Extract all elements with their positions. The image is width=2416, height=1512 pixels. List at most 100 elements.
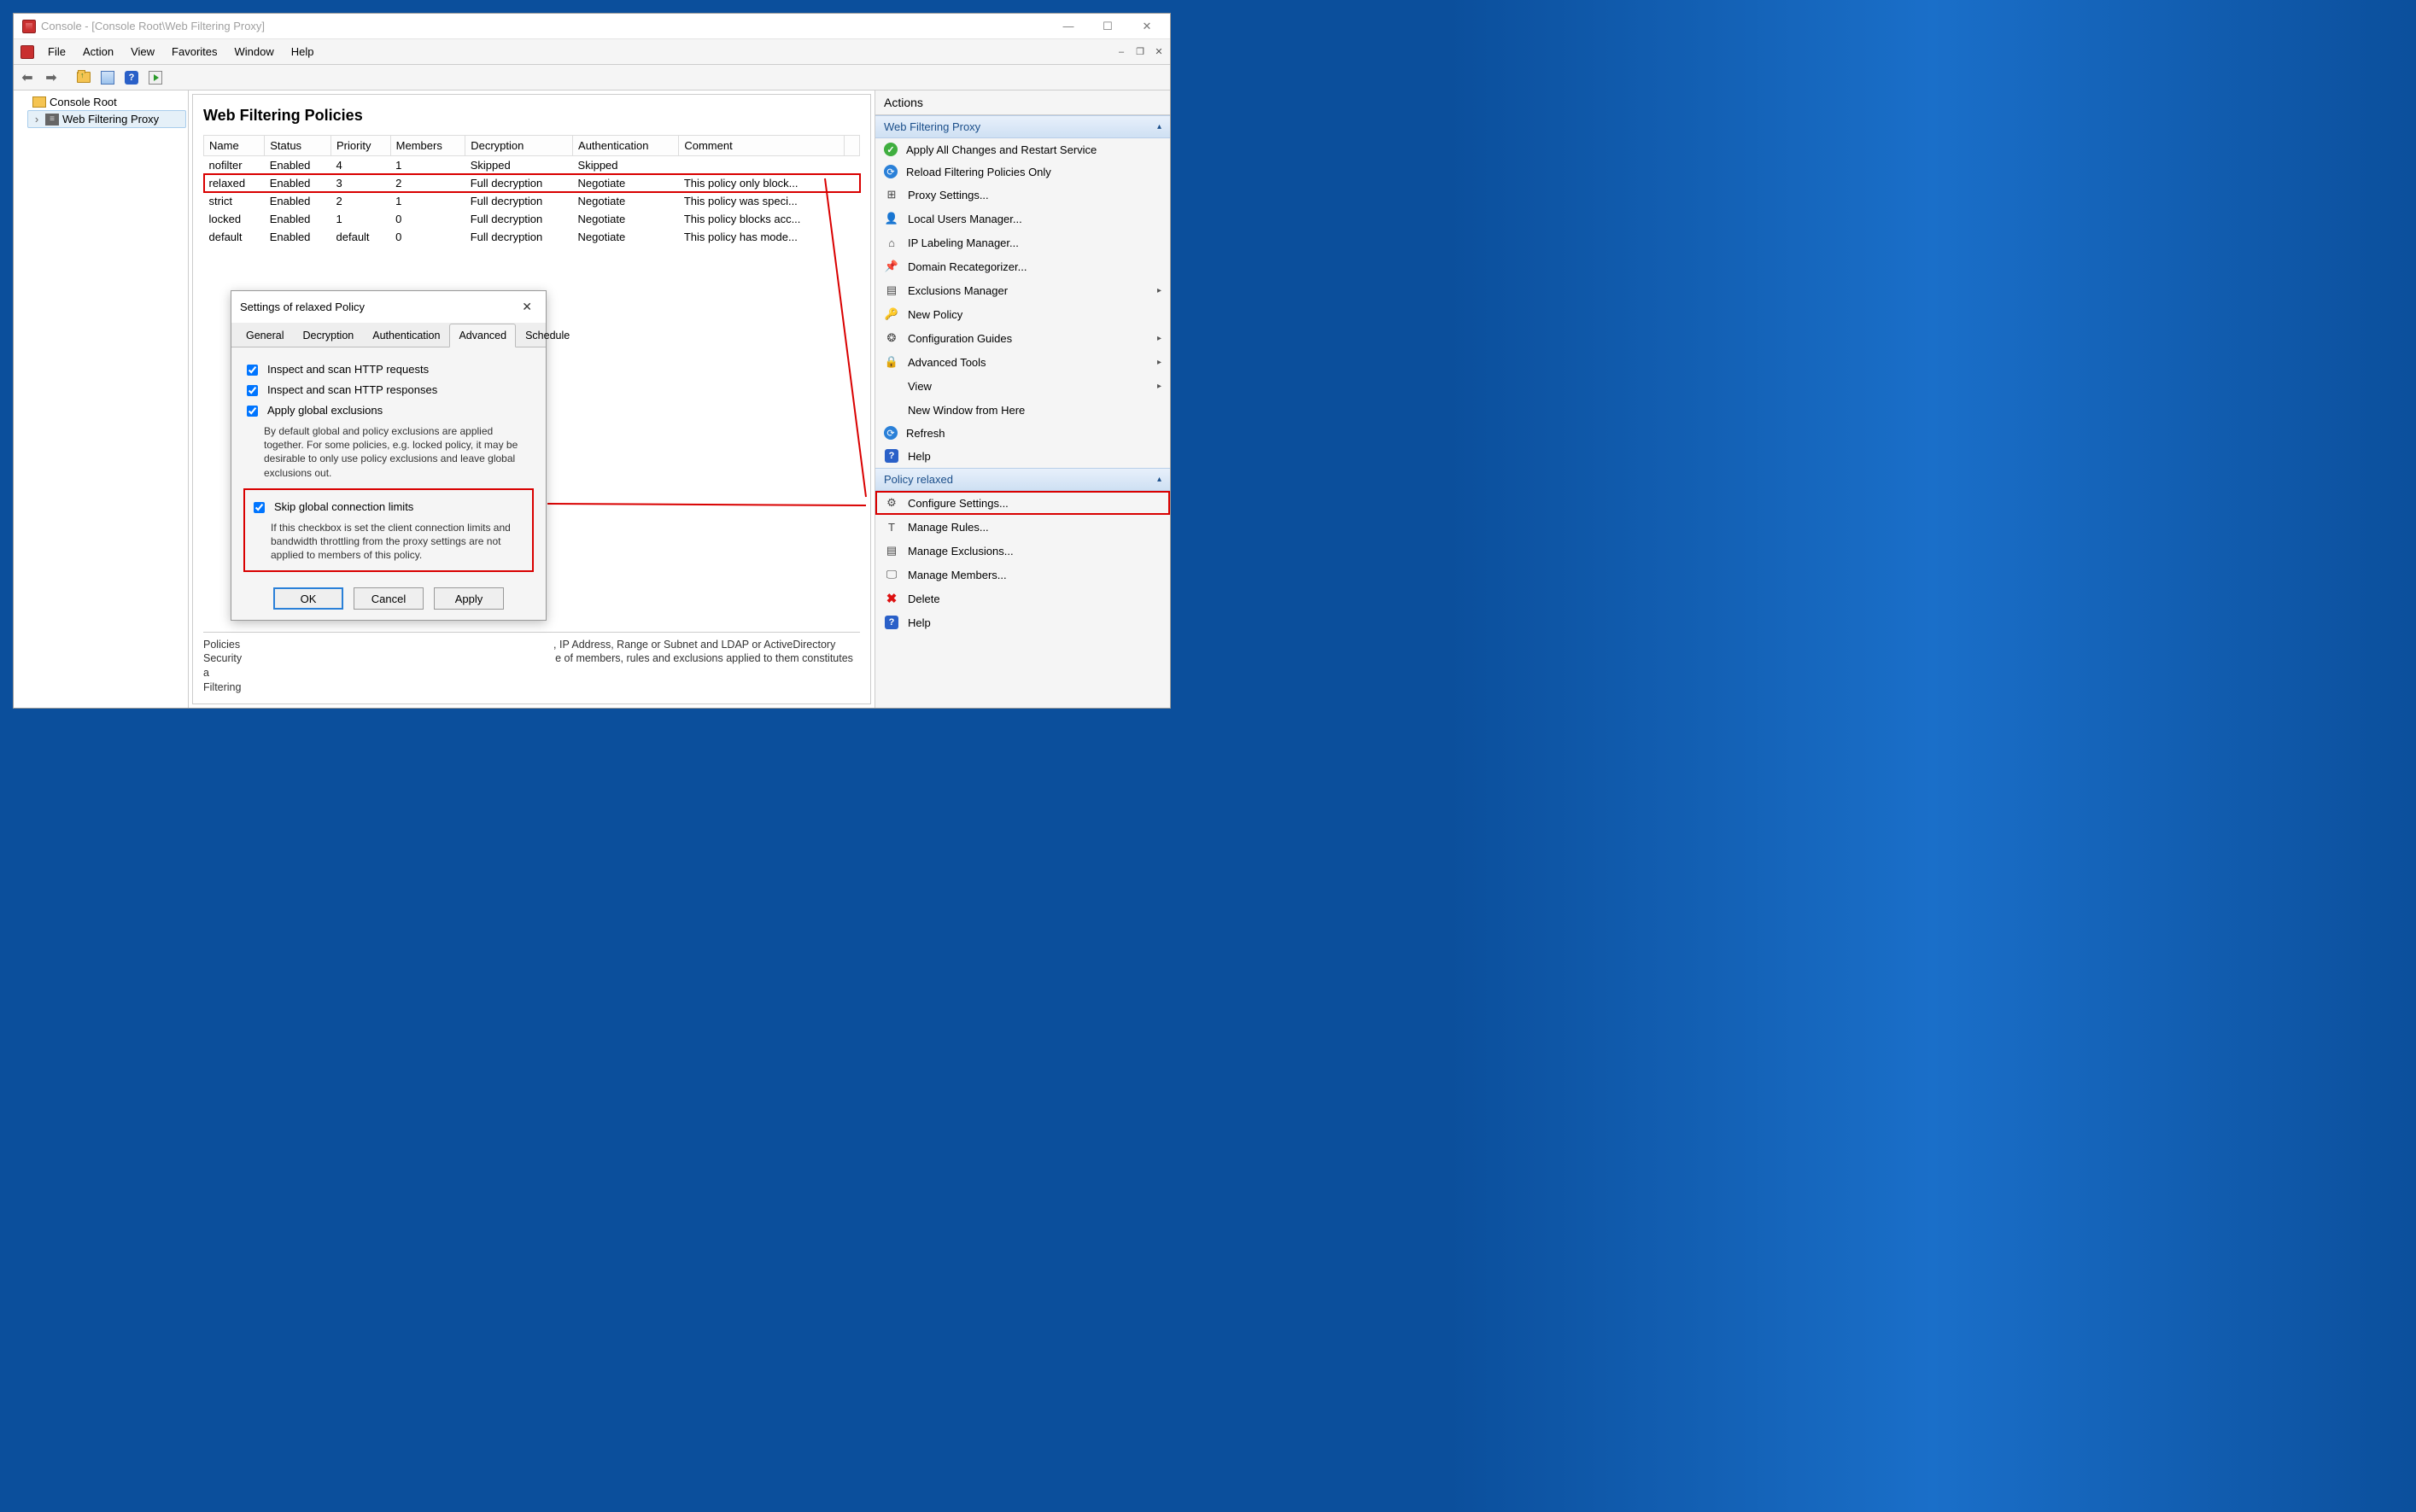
- action-label: Refresh: [906, 427, 945, 440]
- tree-node-label: Web Filtering Proxy: [62, 113, 159, 126]
- tab-authentication[interactable]: Authentication: [363, 324, 449, 347]
- folder-up-icon: [77, 72, 91, 83]
- table-row[interactable]: relaxedEnabled32Full decryptionNegotiate…: [204, 174, 860, 192]
- action-label: New Window from Here: [908, 404, 1025, 417]
- col-name[interactable]: Name: [204, 136, 265, 156]
- col-comment[interactable]: Comment: [679, 136, 845, 156]
- chk-skip-global-limits[interactable]: Skip global connection limits: [250, 500, 527, 516]
- tree-root-label: Console Root: [50, 96, 117, 108]
- checkbox[interactable]: [247, 365, 258, 376]
- menu-favorites[interactable]: Favorites: [163, 42, 225, 61]
- action-item[interactable]: New Window from Here: [875, 398, 1170, 422]
- play-icon: [149, 71, 162, 85]
- cancel-button[interactable]: Cancel: [354, 587, 424, 610]
- mono-icon: 👤: [884, 211, 899, 226]
- action-item[interactable]: ⚙Configure Settings...: [875, 491, 1170, 515]
- action-item[interactable]: ⟳ Refresh: [875, 422, 1170, 444]
- menu-file[interactable]: File: [39, 42, 74, 61]
- chevron-right-icon: ▸: [1157, 358, 1161, 367]
- highlight-box: Skip global connection limits If this ch…: [243, 488, 534, 573]
- up-folder-button[interactable]: [73, 67, 94, 88]
- tree-root[interactable]: Console Root: [15, 94, 186, 110]
- actions-title: Actions: [875, 90, 1170, 115]
- tab-advanced[interactable]: Advanced: [449, 324, 516, 347]
- mono-icon: 🔑: [884, 306, 899, 322]
- apply-button[interactable]: Apply: [434, 587, 504, 610]
- mdi-close[interactable]: ✕: [1150, 43, 1168, 61]
- run-button[interactable]: [145, 67, 166, 88]
- tab-decryption[interactable]: Decryption: [293, 324, 363, 347]
- action-label: Domain Recategorizer...: [908, 260, 1027, 273]
- mono-icon: ▤: [884, 543, 899, 558]
- tree-twisty-icon[interactable]: ›: [32, 113, 42, 126]
- window-title: Console - [Console Root\Web Filtering Pr…: [41, 20, 265, 32]
- action-item[interactable]: ⌂IP Labeling Manager...: [875, 231, 1170, 254]
- mono-icon: ⚙: [884, 495, 899, 511]
- action-item[interactable]: 📌 Domain Recategorizer...: [875, 254, 1170, 278]
- action-item[interactable]: ?Help: [875, 610, 1170, 634]
- action-item[interactable]: ✖Delete: [875, 587, 1170, 610]
- mdi-restore[interactable]: ❐: [1131, 43, 1150, 61]
- action-label: Manage Exclusions...: [908, 545, 1014, 558]
- properties-button[interactable]: [97, 67, 118, 88]
- chk-inspect-requests[interactable]: Inspect and scan HTTP requests: [243, 363, 534, 378]
- action-label: New Policy: [908, 308, 962, 321]
- action-label: Manage Rules...: [908, 521, 989, 534]
- tree-node-proxy[interactable]: › Web Filtering Proxy: [27, 110, 186, 128]
- mdi-minimize[interactable]: –: [1112, 43, 1131, 61]
- chk-inspect-responses[interactable]: Inspect and scan HTTP responses: [243, 383, 534, 399]
- action-item[interactable]: ⟳Reload Filtering Policies Only: [875, 161, 1170, 183]
- action-item[interactable]: TManage Rules...: [875, 515, 1170, 539]
- action-item[interactable]: 🔑 New Policy: [875, 302, 1170, 326]
- checkbox[interactable]: [254, 502, 265, 513]
- folder-icon: [32, 96, 46, 108]
- titlebar: Console - [Console Root\Web Filtering Pr…: [14, 14, 1170, 39]
- nav-forward-button[interactable]: ➡: [41, 67, 61, 88]
- table-row[interactable]: defaultEnableddefault0Full decryptionNeg…: [204, 228, 860, 246]
- action-item[interactable]: 🖵Manage Members...: [875, 563, 1170, 587]
- action-item[interactable]: ?Help: [875, 444, 1170, 468]
- action-label: Help: [908, 450, 931, 463]
- col-priority[interactable]: Priority: [331, 136, 391, 156]
- checkbox[interactable]: [247, 406, 258, 417]
- menu-action[interactable]: Action: [74, 42, 122, 61]
- menu-window[interactable]: Window: [226, 42, 283, 61]
- minimize-button[interactable]: —: [1049, 15, 1088, 38]
- action-item[interactable]: 👤Local Users Manager...: [875, 207, 1170, 231]
- mono-icon: 📌: [884, 259, 899, 274]
- col-status[interactable]: Status: [265, 136, 331, 156]
- dialog-close-button[interactable]: ✕: [517, 298, 537, 316]
- col-auth[interactable]: Authentication: [573, 136, 679, 156]
- checkbox[interactable]: [247, 385, 258, 396]
- properties-icon: [101, 71, 114, 85]
- action-item[interactable]: ▤Exclusions Manager▸: [875, 278, 1170, 302]
- action-item[interactable]: ❂Configuration Guides▸: [875, 326, 1170, 350]
- actions-group-policy[interactable]: Policy relaxed ▴: [875, 468, 1170, 491]
- action-item[interactable]: ✓Apply All Changes and Restart Service: [875, 138, 1170, 161]
- blue-reload-icon: ⟳: [884, 426, 898, 440]
- action-item[interactable]: ▤ Manage Exclusions...: [875, 539, 1170, 563]
- chk-apply-global-exclusions[interactable]: Apply global exclusions: [243, 404, 534, 419]
- action-item[interactable]: View▸: [875, 374, 1170, 398]
- help-icon: ?: [884, 615, 899, 630]
- col-members[interactable]: Members: [390, 136, 465, 156]
- table-row[interactable]: strictEnabled21Full decryptionNegotiateT…: [204, 192, 860, 210]
- tab-schedule[interactable]: Schedule: [516, 324, 579, 347]
- close-button[interactable]: ✕: [1127, 15, 1167, 38]
- settings-dialog: Settings of relaxed Policy ✕ General Dec…: [231, 290, 547, 621]
- none-icon: [884, 402, 899, 417]
- table-row[interactable]: nofilterEnabled41SkippedSkipped: [204, 156, 860, 175]
- actions-group-proxy[interactable]: Web Filtering Proxy ▴: [875, 115, 1170, 138]
- ok-button[interactable]: OK: [273, 587, 343, 610]
- help-button[interactable]: ?: [121, 67, 142, 88]
- nav-back-button[interactable]: ⬅: [17, 67, 38, 88]
- menu-view[interactable]: View: [122, 42, 163, 61]
- table-row[interactable]: lockedEnabled10Full decryptionNegotiateT…: [204, 210, 860, 228]
- action-item[interactable]: ⊞Proxy Settings...: [875, 183, 1170, 207]
- action-item[interactable]: 🔒Advanced Tools▸: [875, 350, 1170, 374]
- tab-general[interactable]: General: [237, 324, 293, 347]
- menu-help[interactable]: Help: [283, 42, 323, 61]
- chevron-right-icon: ▸: [1157, 382, 1161, 391]
- col-decryption[interactable]: Decryption: [465, 136, 573, 156]
- maximize-button[interactable]: ☐: [1088, 15, 1127, 38]
